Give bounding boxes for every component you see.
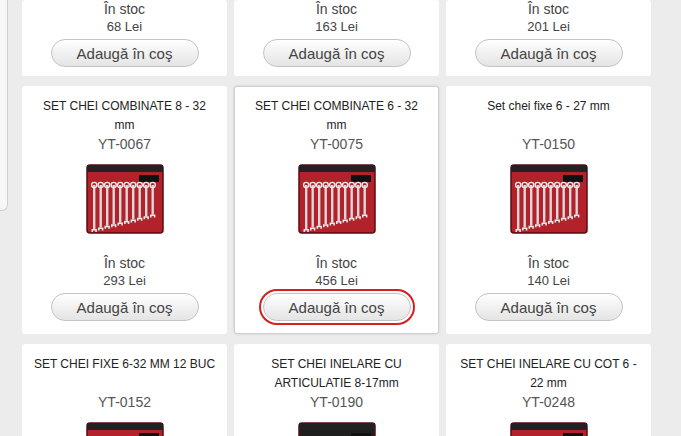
product-code: YT-0150 (522, 135, 575, 153)
product-title[interactable]: Set chei fixe 6 - 27 mm (485, 97, 612, 135)
product-code: YT-0152 (98, 393, 151, 411)
stock-status: În stoc (104, 255, 145, 272)
product-row: SET CHEI COMBINATE 8 - 32 mmYT-0067 În st… (22, 86, 651, 334)
add-to-cart-button[interactable]: Adaugă în coş (51, 39, 199, 67)
stock-status: În stoc (316, 255, 357, 272)
product-card[interactable]: În stoc163 Lei Adaugă în coş (234, 0, 439, 76)
add-to-cart-button[interactable]: Adaugă în coş (263, 39, 411, 67)
product-card[interactable]: SET CHEI INELARE CU COT 6 - 22 mmYT-0248 (446, 344, 651, 436)
price: 140 Lei (527, 272, 570, 289)
product-title[interactable]: SET CHEI FIXE 6-32 MM 12 BUC (32, 355, 217, 393)
sidebar-edge (0, 0, 8, 211)
add-to-cart-button[interactable]: Adaugă în coş (51, 293, 199, 321)
add-to-cart-button[interactable]: Adaugă în coş (475, 39, 623, 67)
product-image[interactable] (297, 161, 377, 237)
product-title[interactable]: SET CHEI INELARE CU ARTICULATIE 8-17mm (243, 355, 430, 393)
product-code: YT-0248 (522, 393, 575, 411)
stock-status: În stoc (316, 1, 357, 18)
product-title[interactable]: SET CHEI COMBINATE 6 - 32 mm (243, 97, 430, 135)
product-title[interactable]: SET CHEI INELARE CU COT 6 - 22 mm (455, 355, 642, 393)
product-card[interactable]: În stoc201 Lei Adaugă în coş (446, 0, 651, 76)
product-card[interactable]: Set chei fixe 6 - 27 mmYT-0150 În stoc140… (446, 86, 651, 334)
product-card[interactable]: SET CHEI COMBINATE 8 - 32 mmYT-0067 În st… (22, 86, 227, 334)
product-grid: În stoc68 LeiAdaugă în coşÎn stoc163 Lei… (22, 0, 651, 436)
price: 293 Lei (103, 272, 146, 289)
product-code: YT-0190 (310, 393, 363, 411)
product-title[interactable]: SET CHEI COMBINATE 8 - 32 mm (31, 97, 218, 135)
product-image[interactable] (85, 419, 165, 436)
product-card[interactable]: SET CHEI FIXE 6-32 MM 12 BUCYT-0152 (22, 344, 227, 436)
product-image[interactable] (297, 419, 377, 436)
product-card[interactable]: SET CHEI INELARE CU ARTICULATIE 8-17mmYT… (234, 344, 439, 436)
product-card[interactable]: SET CHEI COMBINATE 6 - 32 mmYT-0075 În st… (234, 86, 439, 334)
stock-status: În stoc (528, 1, 569, 18)
product-code: YT-0067 (98, 135, 151, 153)
price: 163 Lei (315, 18, 358, 35)
add-to-cart-button[interactable]: Adaugă în coş (475, 293, 623, 321)
stock-status: În stoc (104, 1, 145, 18)
product-image[interactable] (509, 419, 589, 436)
product-row: În stoc68 LeiAdaugă în coşÎn stoc163 Lei… (22, 0, 651, 76)
add-to-cart-button[interactable]: Adaugă în coş (263, 293, 411, 321)
product-card[interactable]: În stoc68 Lei Adaugă în coş (22, 0, 227, 76)
price: 201 Lei (527, 18, 570, 35)
product-code: YT-0075 (310, 135, 363, 153)
product-image[interactable] (85, 161, 165, 237)
price: 456 Lei (315, 272, 358, 289)
price: 68 Lei (107, 18, 142, 35)
product-image[interactable] (509, 161, 589, 237)
stock-status: În stoc (528, 255, 569, 272)
product-row: SET CHEI FIXE 6-32 MM 12 BUCYT-0152SET C… (22, 344, 651, 436)
